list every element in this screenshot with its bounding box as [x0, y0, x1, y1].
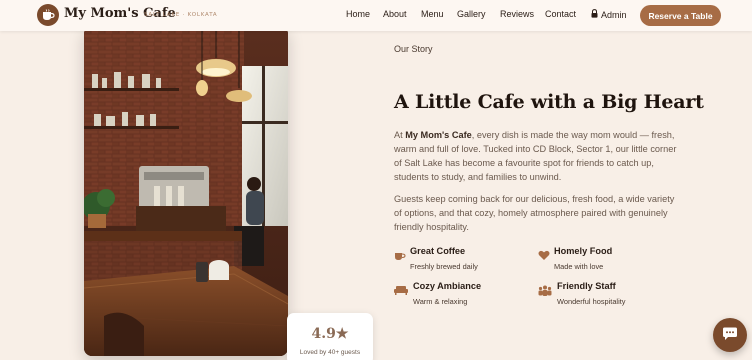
- feature-cozy-ambiance: Cozy Ambiance Warm & relaxing: [394, 281, 544, 311]
- chat-bubble-icon: [722, 326, 738, 345]
- feature-great-coffee: Great Coffee Freshly brewed daily: [394, 246, 544, 276]
- rating-value: 4.9★: [311, 326, 349, 342]
- reserve-table-button[interactable]: Reserve a Table: [640, 5, 721, 26]
- feature-homely-food: Homely Food Made with love: [538, 246, 688, 276]
- story-paragraph-2: Guests keep coming back for our deliciou…: [394, 194, 675, 232]
- brand-tagline: SALT LAKE · KOLKATA: [144, 12, 218, 18]
- rating-card: 4.9★ Loved by 40+ guests: [287, 313, 373, 360]
- couch-icon: [394, 284, 408, 296]
- section-headline: A Little Cafe with a Big Heart: [394, 91, 704, 113]
- nav-admin-link[interactable]: Admin: [591, 9, 627, 20]
- nav-home-link[interactable]: Home: [346, 9, 370, 19]
- section-eyebrow: Our Story: [394, 44, 433, 54]
- nav-about-link[interactable]: About: [383, 9, 407, 19]
- feature-subtitle: Made with love: [554, 262, 604, 271]
- nav-reviews-link[interactable]: Reviews: [500, 9, 534, 19]
- chat-button[interactable]: [713, 318, 747, 352]
- admin-label: Admin: [601, 9, 627, 20]
- feature-subtitle: Wonderful hospitality: [557, 297, 626, 306]
- cup-icon[interactable]: [37, 4, 59, 26]
- story-paragraph-1: At My Mom's Cafe, every dish is made the…: [394, 128, 684, 184]
- people-icon: [538, 284, 552, 296]
- feature-title: Great Coffee: [410, 246, 466, 256]
- para1-prefix: At: [394, 130, 406, 140]
- feature-subtitle: Freshly brewed daily: [410, 262, 478, 271]
- nav-menu-link[interactable]: Menu: [421, 9, 444, 19]
- feature-title: Homely Food: [554, 246, 613, 256]
- feature-friendly-staff: Friendly Staff Wonderful hospitality: [538, 281, 688, 311]
- para1-brand: My Mom's Cafe: [405, 130, 472, 140]
- coffee-cup-icon: [394, 249, 406, 261]
- nav-gallery-link[interactable]: Gallery: [457, 9, 486, 19]
- feature-title: Cozy Ambiance: [413, 281, 482, 291]
- top-nav: My Mom's Cafe SALT LAKE · KOLKATA Home A…: [0, 0, 752, 31]
- heart-icon: [538, 249, 550, 261]
- cafe-interior-photo: [84, 26, 288, 356]
- feature-subtitle: Warm & relaxing: [413, 297, 468, 306]
- feature-title: Friendly Staff: [557, 281, 616, 291]
- nav-contact-link[interactable]: Contact: [545, 9, 576, 19]
- rating-caption: Loved by 40+ guests: [299, 349, 361, 356]
- lock-icon: [591, 9, 598, 20]
